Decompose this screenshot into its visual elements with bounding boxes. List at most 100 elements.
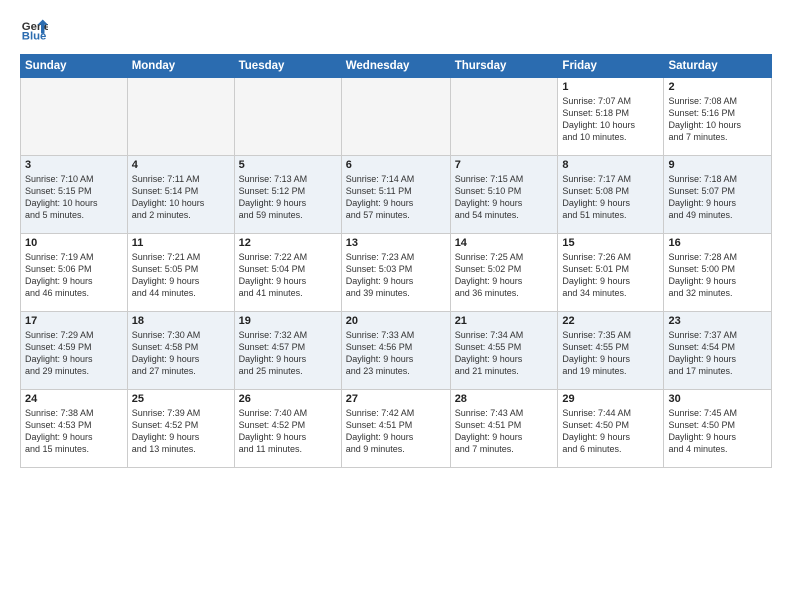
- day-number: 15: [562, 237, 659, 249]
- calendar-cell: 29 Sunrise: 7:44 AM Sunset: 4:50 PM Dayli…: [558, 390, 664, 468]
- day-number: 13: [346, 237, 446, 249]
- day-number: 22: [562, 315, 659, 327]
- calendar-cell: 30 Sunrise: 7:45 AM Sunset: 4:50 PM Dayli…: [664, 390, 772, 468]
- day-number: 19: [239, 315, 337, 327]
- day-number: 5: [239, 159, 337, 171]
- calendar-week-1: 1 Sunrise: 7:07 AM Sunset: 5:18 PM Daylig…: [21, 78, 772, 156]
- day-info: Sunrise: 7:38 AM Sunset: 4:53 PM Dayligh…: [25, 407, 123, 456]
- day-number: 12: [239, 237, 337, 249]
- day-number: 27: [346, 393, 446, 405]
- calendar-cell: [234, 78, 341, 156]
- logo-icon: General Blue: [20, 16, 48, 44]
- calendar-cell: 1 Sunrise: 7:07 AM Sunset: 5:18 PM Daylig…: [558, 78, 664, 156]
- weekday-header-saturday: Saturday: [664, 55, 772, 78]
- calendar-cell: 5 Sunrise: 7:13 AM Sunset: 5:12 PM Daylig…: [234, 156, 341, 234]
- calendar-cell: 9 Sunrise: 7:18 AM Sunset: 5:07 PM Daylig…: [664, 156, 772, 234]
- calendar-cell: 24 Sunrise: 7:38 AM Sunset: 4:53 PM Dayli…: [21, 390, 128, 468]
- calendar-cell: 17 Sunrise: 7:29 AM Sunset: 4:59 PM Dayli…: [21, 312, 128, 390]
- day-info: Sunrise: 7:44 AM Sunset: 4:50 PM Dayligh…: [562, 407, 659, 456]
- weekday-header-friday: Friday: [558, 55, 664, 78]
- calendar-cell: 4 Sunrise: 7:11 AM Sunset: 5:14 PM Daylig…: [127, 156, 234, 234]
- day-number: 11: [132, 237, 230, 249]
- day-info: Sunrise: 7:43 AM Sunset: 4:51 PM Dayligh…: [455, 407, 554, 456]
- header: General Blue: [20, 16, 772, 44]
- day-info: Sunrise: 7:35 AM Sunset: 4:55 PM Dayligh…: [562, 329, 659, 378]
- day-info: Sunrise: 7:11 AM Sunset: 5:14 PM Dayligh…: [132, 173, 230, 222]
- day-info: Sunrise: 7:17 AM Sunset: 5:08 PM Dayligh…: [562, 173, 659, 222]
- calendar-cell: 18Sunrise: 7:30 AM Sunset: 4:58 PM Dayli…: [127, 312, 234, 390]
- day-number: 7: [455, 159, 554, 171]
- day-number: 26: [239, 393, 337, 405]
- page: General Blue SundayMondayTuesdayWednesda…: [0, 0, 792, 612]
- day-number: 14: [455, 237, 554, 249]
- calendar-cell: 2 Sunrise: 7:08 AM Sunset: 5:16 PM Daylig…: [664, 78, 772, 156]
- day-number: 8: [562, 159, 659, 171]
- weekday-header-thursday: Thursday: [450, 55, 558, 78]
- day-number: 17: [25, 315, 123, 327]
- calendar-cell: [450, 78, 558, 156]
- calendar-cell: 11 Sunrise: 7:21 AM Sunset: 5:05 PM Dayli…: [127, 234, 234, 312]
- calendar-cell: 26 Sunrise: 7:40 AM Sunset: 4:52 PM Dayli…: [234, 390, 341, 468]
- day-info: Sunrise: 7:45 AM Sunset: 4:50 PM Dayligh…: [668, 407, 767, 456]
- calendar-cell: 13 Sunrise: 7:23 AM Sunset: 5:03 PM Dayli…: [341, 234, 450, 312]
- day-info: Sunrise: 7:26 AM Sunset: 5:01 PM Dayligh…: [562, 251, 659, 300]
- day-info: Sunrise: 7:08 AM Sunset: 5:16 PM Dayligh…: [668, 95, 767, 144]
- day-number: 28: [455, 393, 554, 405]
- calendar-cell: [127, 78, 234, 156]
- day-info: Sunrise: 7:13 AM Sunset: 5:12 PM Dayligh…: [239, 173, 337, 222]
- calendar-cell: 25 Sunrise: 7:39 AM Sunset: 4:52 PM Dayli…: [127, 390, 234, 468]
- calendar-cell: 10 Sunrise: 7:19 AM Sunset: 5:06 PM Dayli…: [21, 234, 128, 312]
- calendar-cell: 21 Sunrise: 7:34 AM Sunset: 4:55 PM Dayli…: [450, 312, 558, 390]
- day-number: 23: [668, 315, 767, 327]
- calendar-week-3: 10 Sunrise: 7:19 AM Sunset: 5:06 PM Dayli…: [21, 234, 772, 312]
- calendar-cell: 14Sunrise: 7:25 AM Sunset: 5:02 PM Dayli…: [450, 234, 558, 312]
- day-info: Sunrise: 7:37 AM Sunset: 4:54 PM Dayligh…: [668, 329, 767, 378]
- calendar-cell: 8 Sunrise: 7:17 AM Sunset: 5:08 PM Daylig…: [558, 156, 664, 234]
- weekday-header-wednesday: Wednesday: [341, 55, 450, 78]
- day-info: Sunrise: 7:42 AM Sunset: 4:51 PM Dayligh…: [346, 407, 446, 456]
- day-info: Sunrise: 7:23 AM Sunset: 5:03 PM Dayligh…: [346, 251, 446, 300]
- day-number: 2: [668, 81, 767, 93]
- day-number: 6: [346, 159, 446, 171]
- day-info: Sunrise: 7:32 AM Sunset: 4:57 PM Dayligh…: [239, 329, 337, 378]
- weekday-header-tuesday: Tuesday: [234, 55, 341, 78]
- day-info: Sunrise: 7:34 AM Sunset: 4:55 PM Dayligh…: [455, 329, 554, 378]
- day-info: Sunrise: 7:15 AM Sunset: 5:10 PM Dayligh…: [455, 173, 554, 222]
- day-info: Sunrise: 7:14 AM Sunset: 5:11 PM Dayligh…: [346, 173, 446, 222]
- day-number: 20: [346, 315, 446, 327]
- day-info: Sunrise: 7:10 AM Sunset: 5:15 PM Dayligh…: [25, 173, 123, 222]
- day-number: 1: [562, 81, 659, 93]
- day-info: Sunrise: 7:40 AM Sunset: 4:52 PM Dayligh…: [239, 407, 337, 456]
- day-number: 4: [132, 159, 230, 171]
- day-info: Sunrise: 7:19 AM Sunset: 5:06 PM Dayligh…: [25, 251, 123, 300]
- calendar-cell: 7 Sunrise: 7:15 AM Sunset: 5:10 PM Daylig…: [450, 156, 558, 234]
- day-number: 10: [25, 237, 123, 249]
- calendar-cell: 15 Sunrise: 7:26 AM Sunset: 5:01 PM Dayli…: [558, 234, 664, 312]
- day-info: Sunrise: 7:39 AM Sunset: 4:52 PM Dayligh…: [132, 407, 230, 456]
- calendar-cell: 22 Sunrise: 7:35 AM Sunset: 4:55 PM Dayli…: [558, 312, 664, 390]
- calendar-week-5: 24 Sunrise: 7:38 AM Sunset: 4:53 PM Dayli…: [21, 390, 772, 468]
- day-number: 18: [132, 315, 230, 327]
- weekday-header-sunday: Sunday: [21, 55, 128, 78]
- calendar-cell: 20 Sunrise: 7:33 AM Sunset: 4:56 PM Dayli…: [341, 312, 450, 390]
- day-number: 9: [668, 159, 767, 171]
- day-info: Sunrise: 7:21 AM Sunset: 5:05 PM Dayligh…: [132, 251, 230, 300]
- day-info: Sunrise: 7:29 AM Sunset: 4:59 PM Dayligh…: [25, 329, 123, 378]
- day-number: 29: [562, 393, 659, 405]
- calendar-week-2: 3Sunrise: 7:10 AM Sunset: 5:15 PM Daylig…: [21, 156, 772, 234]
- day-info: Sunrise: 7:33 AM Sunset: 4:56 PM Dayligh…: [346, 329, 446, 378]
- calendar-cell: 23 Sunrise: 7:37 AM Sunset: 4:54 PM Dayli…: [664, 312, 772, 390]
- day-number: 25: [132, 393, 230, 405]
- weekday-header-row: SundayMondayTuesdayWednesdayThursdayFrid…: [21, 55, 772, 78]
- day-number: 21: [455, 315, 554, 327]
- calendar-cell: 19 Sunrise: 7:32 AM Sunset: 4:57 PM Dayli…: [234, 312, 341, 390]
- day-info: Sunrise: 7:18 AM Sunset: 5:07 PM Dayligh…: [668, 173, 767, 222]
- day-info: Sunrise: 7:22 AM Sunset: 5:04 PM Dayligh…: [239, 251, 337, 300]
- day-number: 16: [668, 237, 767, 249]
- day-info: Sunrise: 7:07 AM Sunset: 5:18 PM Dayligh…: [562, 95, 659, 144]
- day-number: 24: [25, 393, 123, 405]
- day-number: 30: [668, 393, 767, 405]
- calendar-cell: 16Sunrise: 7:28 AM Sunset: 5:00 PM Dayli…: [664, 234, 772, 312]
- calendar-cell: 27 Sunrise: 7:42 AM Sunset: 4:51 PM Dayli…: [341, 390, 450, 468]
- weekday-header-monday: Monday: [127, 55, 234, 78]
